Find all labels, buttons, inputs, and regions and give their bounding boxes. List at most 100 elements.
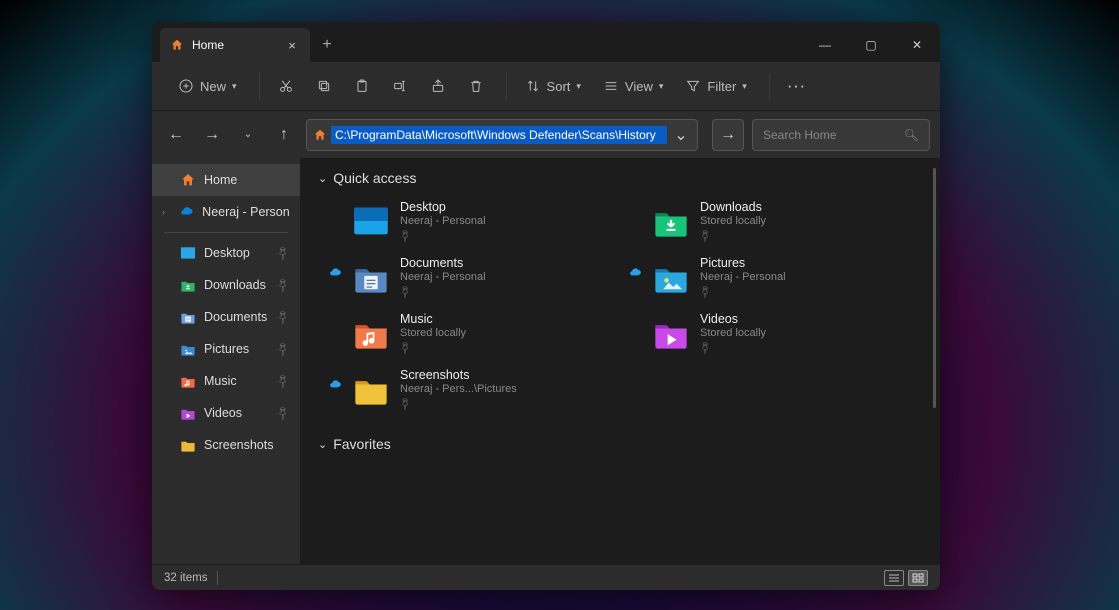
scrollbar[interactable] <box>933 168 936 408</box>
details-view-button[interactable] <box>884 570 904 586</box>
sidebar-item-screenshots[interactable]: Screenshots <box>152 429 300 461</box>
address-path[interactable]: C:\ProgramData\Microsoft\Windows Defende… <box>331 126 667 144</box>
sidebar-home[interactable]: Home <box>152 164 300 196</box>
maximize-button[interactable]: ▢ <box>848 28 894 62</box>
pin-icon: 📌︎ <box>398 341 413 356</box>
pin-icon: 📌︎ <box>275 373 292 390</box>
cloud-sync-icon <box>328 266 342 280</box>
sidebar-item-desktop[interactable]: Desktop📌︎ <box>152 237 300 269</box>
chevron-down-icon: ▾ <box>659 81 664 92</box>
pin-icon: 📌︎ <box>398 285 413 300</box>
quick-access-desktop[interactable]: DesktopNeeraj - Personal📌︎ <box>348 196 628 246</box>
more-button[interactable]: ··· <box>778 73 817 100</box>
content-pane: ⌄ Quick access DesktopNeeraj - Personal📌… <box>300 158 940 564</box>
sort-button[interactable]: Sort ▾ <box>515 72 591 100</box>
trash-icon <box>468 78 484 94</box>
pin-icon: 📌︎ <box>275 245 292 262</box>
folder-icon <box>352 373 390 405</box>
desktop-icon <box>352 205 390 237</box>
forward-button[interactable]: → <box>198 121 226 149</box>
back-button[interactable]: ← <box>162 121 190 149</box>
tab-title: Home <box>192 38 224 52</box>
toolbar: New ▾ Sort ▾ View ▾ F <box>152 62 940 110</box>
item-count: 32 items <box>164 572 207 584</box>
share-icon <box>430 78 446 94</box>
tab-home[interactable]: Home × <box>160 28 310 62</box>
grid-icon <box>912 573 924 583</box>
pin-icon: 📌︎ <box>398 397 413 412</box>
view-icon <box>603 78 619 94</box>
music-icon <box>352 317 390 349</box>
navigation-pane: Home › Neeraj - Persona Desktop📌︎Downloa… <box>152 158 300 564</box>
close-window-button[interactable]: ✕ <box>894 28 940 62</box>
pin-icon: 📌︎ <box>698 285 713 300</box>
expand-icon[interactable]: › <box>162 207 171 217</box>
new-button[interactable]: New ▾ <box>168 72 247 100</box>
chevron-down-icon: ▾ <box>576 81 581 92</box>
separator <box>164 232 288 233</box>
address-row: ← → ⌄ ↑ C:\ProgramData\Microsoft\Windows… <box>152 110 940 158</box>
pin-icon: 📌︎ <box>398 229 413 244</box>
quick-access-music[interactable]: MusicStored locally📌︎ <box>348 308 628 358</box>
videos-icon <box>652 317 690 349</box>
quick-access-pictures[interactable]: PicturesNeeraj - Personal📌︎ <box>648 252 928 302</box>
sort-icon <box>525 78 541 94</box>
cut-button[interactable] <box>268 72 304 100</box>
sidebar-item-music[interactable]: Music📌︎ <box>152 365 300 397</box>
tab-close-button[interactable]: × <box>284 37 300 53</box>
chevron-down-icon: ⌄ <box>318 438 327 451</box>
filter-button[interactable]: Filter ▾ <box>675 72 756 100</box>
chevron-down-icon: ▾ <box>232 81 237 92</box>
go-button[interactable]: → <box>712 119 744 151</box>
rename-button[interactable] <box>382 72 418 100</box>
pin-icon: 📌︎ <box>275 405 292 422</box>
tiles-view-button[interactable] <box>908 570 928 586</box>
pin-icon: 📌︎ <box>275 341 292 358</box>
cloud-icon <box>179 204 194 220</box>
home-icon <box>180 172 196 188</box>
up-button[interactable]: ↑ <box>270 121 298 149</box>
window-controls: — ▢ ✕ <box>802 28 940 62</box>
delete-button[interactable] <box>458 72 494 100</box>
address-bar[interactable]: C:\ProgramData\Microsoft\Windows Defende… <box>306 119 698 151</box>
chevron-down-icon: ⌄ <box>318 172 327 185</box>
share-button[interactable] <box>420 72 456 100</box>
sidebar-item-downloads[interactable]: Downloads📌︎ <box>152 269 300 301</box>
plus-circle-icon <box>178 78 194 94</box>
filter-icon <box>685 78 701 94</box>
pin-icon: 📌︎ <box>275 309 292 326</box>
chevron-down-icon: ▾ <box>742 81 747 92</box>
tab-bar: Home × + — ▢ ✕ <box>152 22 940 62</box>
address-history-button[interactable]: ⌄ <box>671 125 691 145</box>
quick-access-screenshots[interactable]: ScreenshotsNeeraj - Pers...\Pictures📌︎ <box>348 364 628 414</box>
cloud-sync-icon <box>328 378 342 392</box>
sidebar-item-pictures[interactable]: Pictures📌︎ <box>152 333 300 365</box>
quick-access-grid: DesktopNeeraj - Personal📌︎DownloadsStore… <box>348 196 922 414</box>
document-icon <box>352 261 390 293</box>
quick-access-documents[interactable]: DocumentsNeeraj - Personal📌︎ <box>348 252 628 302</box>
rename-icon <box>392 78 408 94</box>
favorites-header[interactable]: ⌄ Favorites <box>318 436 922 452</box>
quick-access-downloads[interactable]: DownloadsStored locally📌︎ <box>648 196 928 246</box>
paste-button[interactable] <box>344 72 380 100</box>
minimize-button[interactable]: — <box>802 28 848 62</box>
new-tab-button[interactable]: + <box>310 28 344 62</box>
copy-button[interactable] <box>306 72 342 100</box>
sidebar-item-videos[interactable]: Videos📌︎ <box>152 397 300 429</box>
sidebar-item-documents[interactable]: Documents📌︎ <box>152 301 300 333</box>
pin-icon: 📌︎ <box>698 341 713 356</box>
quick-access-videos[interactable]: VideosStored locally📌︎ <box>648 308 928 358</box>
sidebar-onedrive[interactable]: › Neeraj - Persona <box>152 196 300 228</box>
search-icon: 🔍︎ <box>904 128 919 142</box>
cut-icon <box>278 78 294 94</box>
download-icon <box>652 205 690 237</box>
recent-button[interactable]: ⌄ <box>234 121 262 149</box>
quick-access-header[interactable]: ⌄ Quick access <box>318 170 922 186</box>
status-bar: 32 items <box>152 564 940 590</box>
list-icon <box>888 573 900 583</box>
copy-icon <box>316 78 332 94</box>
view-button[interactable]: View ▾ <box>593 72 673 100</box>
home-icon <box>313 128 327 142</box>
search-box[interactable]: Search Home 🔍︎ <box>752 119 930 151</box>
paste-icon <box>354 78 370 94</box>
